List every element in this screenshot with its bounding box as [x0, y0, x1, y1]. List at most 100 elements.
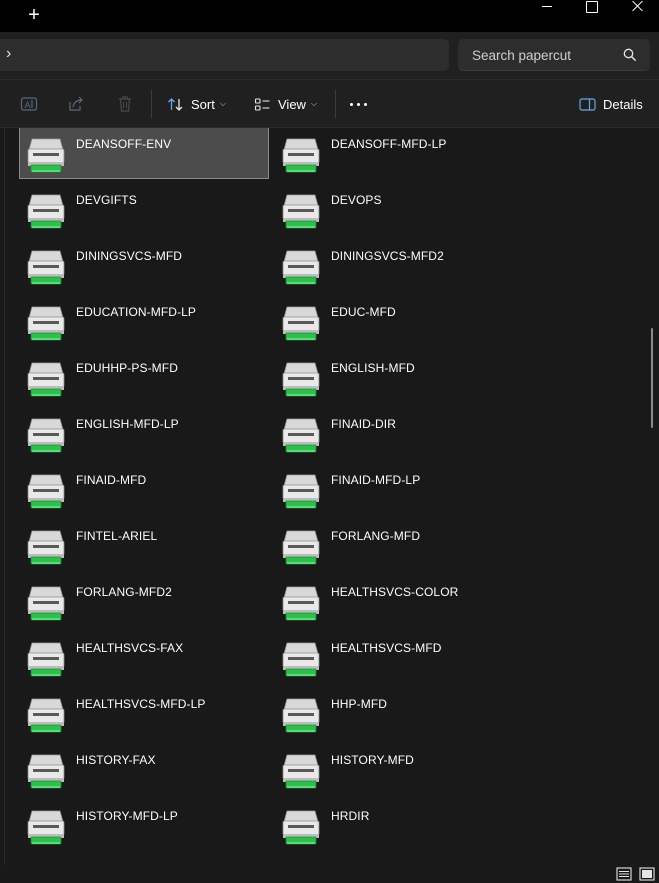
printer-icon [27, 362, 65, 397]
sort-label: Sort [191, 96, 215, 112]
printer-item-label: DEANSOFF-MFD-LP [331, 137, 447, 151]
printer-item-label: FINAID-DIR [331, 417, 396, 431]
printer-item[interactable]: HEALTHSVCS-FAX [19, 631, 269, 683]
minimize-icon[interactable] [526, 0, 570, 14]
search-icon[interactable] [623, 48, 636, 61]
printer-icon [282, 250, 320, 285]
printer-icon [282, 418, 320, 453]
printer-item[interactable]: FINAID-MFD-LP [274, 463, 524, 515]
maximize-icon[interactable] [570, 0, 614, 14]
printer-icon [27, 530, 65, 565]
printer-icon [27, 586, 65, 621]
printer-item-label: DEANSOFF-ENV [76, 137, 172, 151]
printer-icon [27, 698, 65, 733]
printer-item[interactable]: HHP-MFD [274, 687, 524, 739]
file-view[interactable]: DEANSOFF-ENV DEANSOFF-MFD-LP DEVGIFTS DE… [0, 128, 659, 865]
view-button[interactable]: View ⌵ [254, 93, 317, 115]
printer-item-label: FINAID-MFD-LP [331, 473, 421, 487]
view-label: View [278, 96, 306, 112]
printer-item[interactable]: ENGLISH-MFD [274, 351, 524, 403]
new-tab-button[interactable]: + [22, 5, 46, 27]
printer-item-label: FORLANG-MFD [331, 529, 421, 543]
printer-item[interactable]: FINAID-DIR [274, 407, 524, 459]
delete-icon[interactable] [115, 94, 135, 114]
printer-item[interactable]: HISTORY-FAX [19, 743, 269, 795]
printer-icon [282, 474, 320, 509]
printer-item-label: DININGSVCS-MFD2 [331, 249, 444, 263]
printer-item-label: HEALTHSVCS-MFD [331, 641, 442, 655]
printer-item[interactable]: HEALTHSVCS-MFD [274, 631, 524, 683]
printer-item[interactable]: DEVOPS [274, 183, 524, 235]
printer-icon [27, 642, 65, 677]
printer-item-label: DININGSVCS-MFD [76, 249, 183, 263]
printer-item[interactable]: FINTEL-ARIEL [19, 519, 269, 571]
details-label: Details [603, 96, 643, 112]
details-view-icon[interactable] [616, 867, 632, 881]
printer-item[interactable]: HEALTHSVCS-COLOR [274, 575, 524, 627]
printer-item[interactable]: DININGSVCS-MFD [19, 239, 269, 291]
printer-icon [282, 754, 320, 789]
printer-icon [282, 138, 320, 173]
printer-item[interactable]: FINAID-MFD [19, 463, 269, 515]
printer-icon [27, 138, 65, 173]
printer-item[interactable]: DEANSOFF-MFD-LP [274, 128, 524, 179]
title-bar: + [0, 0, 659, 32]
address-bar[interactable]: › [0, 39, 449, 71]
printer-item[interactable]: DININGSVCS-MFD2 [274, 239, 524, 291]
printer-item-label: HRDIR [331, 809, 370, 823]
printer-icon [282, 642, 320, 677]
printer-item-label: FINTEL-ARIEL [76, 529, 158, 543]
printer-item[interactable]: HEALTHSVCS-MFD-LP [19, 687, 269, 739]
details-button[interactable]: Details [579, 93, 643, 115]
printer-icon [282, 586, 320, 621]
large-icons-view-icon[interactable] [639, 867, 655, 881]
printer-item-label: DEVGIFTS [76, 193, 137, 207]
printer-icon [27, 194, 65, 229]
printer-item[interactable]: DEANSOFF-ENV [19, 128, 269, 179]
printer-item[interactable]: HISTORY-MFD-LP [19, 799, 269, 851]
printer-item-label: HHP-MFD [331, 697, 388, 711]
printer-icon [27, 754, 65, 789]
sort-button[interactable]: Sort ⌵ [167, 93, 226, 115]
printer-item[interactable]: EDUCATION-MFD-LP [19, 295, 269, 347]
printer-item-label: EDUHHP-PS-MFD [76, 361, 178, 375]
printer-item-label: FORLANG-MFD2 [76, 585, 172, 599]
printer-item[interactable]: HISTORY-MFD [274, 743, 524, 795]
printer-item-label: HISTORY-MFD-LP [76, 809, 178, 823]
printer-item-label: HEALTHSVCS-COLOR [331, 585, 459, 599]
printer-icon [282, 194, 320, 229]
printer-item-label: HEALTHSVCS-MFD-LP [76, 697, 206, 711]
printer-icon [27, 810, 65, 845]
printer-icon [27, 474, 65, 509]
search-placeholder: Search papercut [472, 48, 572, 63]
printer-item[interactable]: ENGLISH-MFD-LP [19, 407, 269, 459]
printer-item[interactable]: FORLANG-MFD2 [19, 575, 269, 627]
more-icon[interactable] [350, 103, 368, 107]
search-input[interactable]: Search papercut [458, 39, 650, 71]
address-row: › Search papercut [0, 32, 659, 80]
printer-icon [282, 362, 320, 397]
share-icon[interactable] [66, 94, 86, 114]
status-bar [0, 865, 659, 883]
command-bar: A Sort ⌵ View ⌵ Details [0, 80, 659, 128]
printer-item[interactable]: HRDIR [274, 799, 524, 851]
printer-icon [282, 530, 320, 565]
scrollbar[interactable] [651, 328, 653, 428]
close-icon[interactable] [615, 0, 659, 14]
rename-icon[interactable]: A [19, 94, 39, 114]
printer-icon [27, 250, 65, 285]
view-icon [254, 97, 270, 111]
printer-item-label: EDUC-MFD [331, 305, 396, 319]
printer-item[interactable]: EDUC-MFD [274, 295, 524, 347]
breadcrumb-chevron-icon[interactable]: › [6, 45, 11, 63]
printer-item-label: HISTORY-MFD [331, 753, 414, 767]
sort-icon [168, 97, 183, 111]
svg-text:A: A [25, 101, 32, 111]
chevron-down-icon: ⌵ [219, 99, 226, 108]
printer-item[interactable]: FORLANG-MFD [274, 519, 524, 571]
printer-item[interactable]: EDUHHP-PS-MFD [19, 351, 269, 403]
printer-icon [282, 698, 320, 733]
printer-item[interactable]: DEVGIFTS [19, 183, 269, 235]
toolbar-separator [151, 90, 152, 118]
printer-icon [27, 418, 65, 453]
